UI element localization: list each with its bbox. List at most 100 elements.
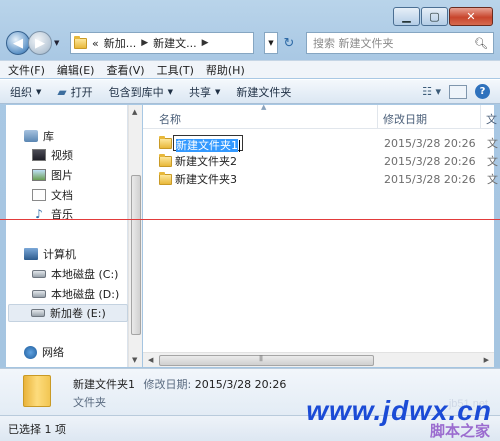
folder-icon [23,375,51,407]
nav-documents[interactable]: 文档 [32,186,73,204]
forward-button[interactable]: ▶ [28,31,52,55]
video-icon [32,149,46,161]
organize-label: 组织 [10,85,32,99]
search-placeholder: 搜索 新建文件夹 [313,37,394,50]
view-controls: ☷ ▾ ? [422,84,500,99]
menu-view[interactable]: 查看(V) [106,62,144,78]
nav-label: 文档 [51,189,73,202]
nav-drive-e[interactable]: 新加卷 (E:) [8,304,128,322]
organize-button[interactable]: 组织 ▼ [10,84,41,100]
menu-edit[interactable]: 编辑(E) [57,62,95,78]
status-text: 已选择 1 项 [8,422,66,436]
menu-tools[interactable]: 工具(T) [157,62,194,78]
include-in-library-button[interactable]: 包含到库中 ▼ [109,84,173,100]
nav-videos[interactable]: 视频 [32,146,73,164]
file-row[interactable]: 新建文件夹2 2015/3/28 20:26 文 [155,152,498,170]
nav-label: 库 [43,130,54,143]
nav-label: 计算机 [43,248,76,261]
nav-computer[interactable]: 计算机 [24,245,76,263]
close-button[interactable]: ✕ [449,7,493,26]
folder-icon [159,172,172,185]
folder-icon [74,35,87,49]
menu-bar: 文件(F) 编辑(E) 查看(V) 工具(T) 帮助(H) [0,60,500,78]
refresh-icon[interactable]: ↻ [278,32,300,54]
drive-icon [32,270,46,278]
nav-label: 视频 [51,149,73,162]
column-type[interactable]: 文 [486,111,497,127]
details-date: 2015/3/28 20:26 [194,378,287,391]
help-icon[interactable]: ? [475,84,490,99]
document-icon [32,189,46,201]
navigation-pane: 库 视频 图片 文档 ♪ 音乐 计算机 本地磁盘 (C:) 本地磁盘 (D:) 新… [6,105,128,367]
maximize-button[interactable]: ▢ [421,7,448,26]
nav-drive-d[interactable]: 本地磁盘 (D:) [32,285,119,303]
file-date: 2015/3/28 20:26 [384,154,476,168]
file-row[interactable]: 新建文件夹1 2015/3/28 20:26 文 [155,134,498,152]
nav-label: 本地磁盘 (C:) [51,268,119,281]
share-button[interactable]: 共享 ▼ [189,84,220,100]
share-label: 共享 [189,85,212,99]
network-icon [24,345,37,359]
scroll-right-icon[interactable]: ▶ [484,356,489,364]
file-type: 文 [487,137,498,150]
search-input[interactable]: 搜索 新建文件夹 🔍︎ [306,32,494,54]
file-row[interactable]: 新建文件夹3 2015/3/28 20:26 文 [155,170,498,188]
explorer-window: ▁ ▢ ✕ ◀ ▶ ▼ « 新加... ▶ 新建文... ▶ ▼ ↻ 搜索 新建… [0,0,500,441]
back-button[interactable]: ◀ [6,31,30,55]
column-header: ▲ 名称 修改日期 文 [143,103,497,129]
drive-icon [31,309,45,317]
breadcrumb-drive[interactable]: 新加... [104,35,137,51]
scroll-thumb[interactable] [131,175,141,335]
address-bar[interactable]: « 新加... ▶ 新建文... ▶ [70,32,254,54]
scroll-down-icon[interactable]: ▼ [132,356,137,364]
scroll-thumb[interactable] [159,355,374,366]
minimize-button[interactable]: ▁ [393,7,420,26]
nav-pictures[interactable]: 图片 [32,166,73,184]
breadcrumb-folder[interactable]: 新建文... [153,35,197,51]
recent-pages-dropdown[interactable]: ▼ [54,39,66,47]
nav-label: 本地磁盘 (D:) [51,288,120,301]
computer-icon [24,248,38,260]
breadcrumb-chevron-icon[interactable]: ▶ [141,38,148,48]
nav-network[interactable]: 网络 [24,343,64,361]
nav-libraries[interactable]: 库 [24,127,54,145]
column-name[interactable]: 名称 [159,111,181,127]
scroll-left-icon[interactable]: ◀ [148,356,153,364]
sort-arrow-icon: ▲ [261,103,267,111]
nav-label: 图片 [51,169,73,182]
nav-music[interactable]: ♪ 音乐 [32,205,73,223]
menu-help[interactable]: 帮助(H) [206,62,245,78]
nav-label: 网络 [42,346,64,359]
library-icon [24,130,38,142]
column-divider[interactable] [377,105,378,129]
preview-pane-icon[interactable] [449,84,467,99]
details-date-label: 修改日期: [143,378,192,391]
file-date: 2015/3/28 20:26 [384,136,476,150]
open-folder-icon: ▰ [57,84,67,99]
scroll-up-icon[interactable]: ▲ [132,108,137,116]
caption-buttons: ▁ ▢ ✕ [392,7,493,26]
change-view-icon[interactable]: ☷ ▾ [422,85,441,98]
address-row: ◀ ▶ ▼ « 新加... ▶ 新建文... ▶ ▼ ↻ 搜索 新建文件夹 🔍︎ [6,30,494,56]
column-date[interactable]: 修改日期 [383,111,427,127]
folder-icon [159,136,172,149]
address-history-dropdown[interactable]: ▼ [264,32,278,54]
picture-icon [32,169,46,181]
new-folder-button[interactable]: 新建文件夹 [236,84,291,100]
rename-input[interactable]: 新建文件夹1 [173,135,243,152]
command-bar: 组织 ▼ ▰ 打开 包含到库中 ▼ 共享 ▼ 新建文件夹 ☷ ▾ ? [0,79,500,104]
scroll-grip-icon: ||| [259,355,263,362]
file-name: 新建文件夹2 [175,155,237,168]
file-list: ▲ 名称 修改日期 文 新建文件夹1 2015/3/28 20:26 文 新建文… [143,103,498,367]
breadcrumb-overflow[interactable]: « [92,37,99,50]
file-date: 2015/3/28 20:26 [384,172,476,186]
nav-drive-c[interactable]: 本地磁盘 (C:) [32,265,118,283]
breadcrumb-chevron-icon[interactable]: ▶ [202,38,209,48]
open-button[interactable]: ▰ 打开 [57,84,92,100]
column-divider[interactable] [480,105,481,129]
file-name: 新建文件夹3 [175,173,237,186]
chevron-down-icon: ▼ [167,87,174,96]
horizontal-scrollbar[interactable]: ◀ ||| ▶ [143,352,494,367]
nav-scrollbar[interactable]: ▲ ▼ [128,105,142,367]
menu-file[interactable]: 文件(F) [8,62,45,78]
